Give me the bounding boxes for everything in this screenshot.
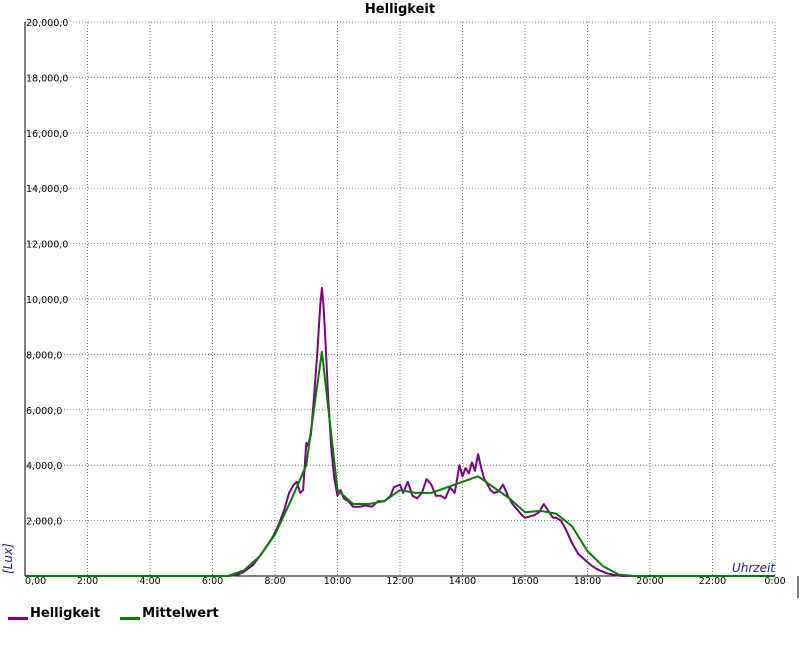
legend-item-mittelwert: Mittelwert: [120, 606, 219, 621]
y-tick-label: 2,000,0: [26, 517, 62, 528]
x-tick-label: 22:00: [699, 576, 726, 587]
chart: Helligkeit 2,000,0 4,000,0 6,000,0 8,000,0 1…: [1, 2, 799, 598]
y-tick-label: 6,000,0: [26, 406, 62, 417]
x-tick-label: 4:00: [139, 576, 160, 587]
y-tick-label: 16,000,0: [26, 129, 68, 140]
legend: Helligkeit Mittelwert: [8, 606, 219, 621]
y-tick-label: 10,000,0: [26, 295, 68, 306]
x-tick-label: 0:00: [764, 576, 785, 587]
legend-label-helligkeit: Helligkeit: [30, 606, 101, 621]
y-tick-label: 14,000,0: [26, 184, 68, 195]
grid: [25, 21, 776, 576]
y-tick-label: 8,000,0: [26, 350, 62, 361]
x-tick-label: 8:00: [264, 576, 285, 587]
x-tick-label: 14:00: [449, 576, 476, 587]
y-tick-label: 20,000,0: [26, 18, 68, 29]
x-tick-label: 6:00: [202, 576, 223, 587]
x-tick-label: 12:00: [386, 576, 413, 587]
x-tick-label: 2:00: [77, 576, 98, 587]
legend-swatch-helligkeit: [8, 617, 28, 620]
legend-swatch-mittelwert: [120, 617, 141, 620]
y-tick-labels: 2,000,0 4,000,0 6,000,0 8,000,0 10,000,0 12,0…: [26, 18, 68, 528]
y-tick-label: 12,000,0: [26, 240, 68, 251]
x-tick-label: 10:00: [324, 576, 351, 587]
chart-title: Helligkeit: [365, 2, 435, 17]
x-tick-label: 20:00: [636, 576, 663, 587]
x-tick-label: 0,00: [25, 576, 46, 587]
y-tick-label: 4,000,0: [26, 461, 62, 472]
x-tick-label: 18:00: [574, 576, 601, 587]
x-tick-label: 16:00: [511, 576, 538, 587]
legend-label-mittelwert: Mittelwert: [142, 606, 219, 621]
y-axis-label: [Lux]: [1, 543, 15, 574]
y-tick-label: 18,000,0: [26, 73, 68, 84]
x-axis-label: Uhrzeit: [732, 561, 776, 575]
x-tick-labels: 0,00 2:00 4:00 6:00 8:00 10:00 12:00 14:00 16:00…: [25, 576, 786, 587]
legend-item-helligkeit: Helligkeit: [8, 606, 100, 621]
